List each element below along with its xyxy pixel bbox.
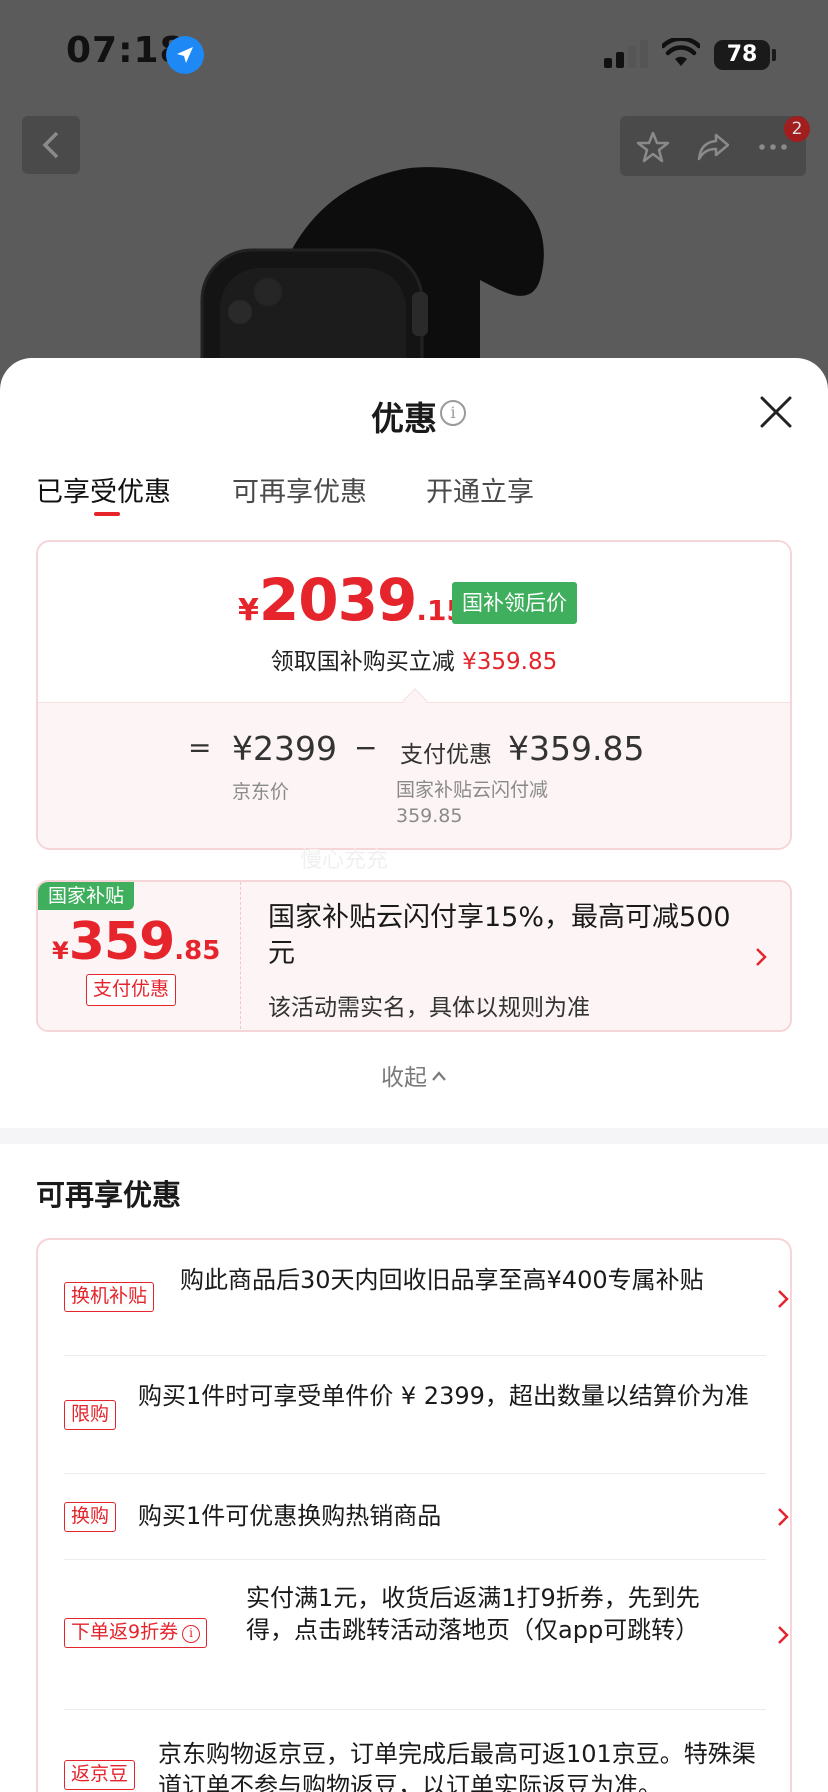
chevron-right-icon: [778, 1290, 789, 1308]
equals-sign: =: [188, 731, 212, 764]
chevron-left-icon: [42, 131, 59, 159]
subsidy-note: 该活动需实名，具体以规则为准: [268, 995, 590, 1021]
header-actions: [620, 116, 806, 176]
subsidy-amount: ¥359.85: [52, 912, 221, 972]
chevron-right-icon: [778, 1508, 789, 1526]
info-icon[interactable]: i: [440, 400, 466, 426]
list-item: 限购 购买1件时可享受单件价 ¥ 2399，超出数量以结算价为准: [64, 1356, 766, 1474]
minus-sign: −: [354, 731, 378, 764]
battery-indicator: 78: [714, 40, 770, 70]
product-page-background: 07:18 78 2: [0, 0, 828, 400]
dashed-divider: [240, 882, 241, 1030]
promo-text: 购此商品后30天内回收旧品享至高¥400专属补贴: [180, 1266, 704, 1294]
sheet-title: 优惠: [371, 399, 437, 438]
price-summary-card: ¥2039.15 国补领后价 领取国补购买立减 ¥359.85 = ¥2399 …: [36, 540, 792, 850]
info-icon[interactable]: i: [182, 1625, 201, 1643]
subsidy-pay-tag: 支付优惠: [86, 974, 177, 1006]
tab-enjoyed[interactable]: 已享受优惠: [36, 470, 171, 509]
back-button[interactable]: [22, 116, 80, 174]
active-tab-indicator: [94, 512, 120, 516]
share-icon[interactable]: [696, 130, 730, 164]
national-subsidy-card[interactable]: 国家补贴 ¥359.85 支付优惠 国家补贴云闪付享15%，最高可减500元 该…: [36, 880, 792, 1032]
price-calculation: = ¥2399 − 支付优惠 ¥359.85 京东价 国家补贴云闪付减 359.…: [38, 702, 790, 848]
national-subsidy-tag: 国家补贴: [38, 882, 135, 910]
subsidy-title: 国家补贴云闪付享15%，最高可减500元: [268, 902, 731, 969]
list-item[interactable]: 下单返9折券 i 实付满1元，收货后返满1打9折券，先到先得，点击跳转活动落地页（…: [64, 1560, 789, 1710]
battery-nub: [772, 49, 776, 61]
promo-text: 实付满1元，收货后返满1打9折券，先到先得，点击跳转活动落地页（仅app可跳转）: [246, 1584, 700, 1644]
list-item: 返京豆 京东购物返京豆，订单完成后最高可返101京豆。特殊渠道订单不参与购物返豆…: [64, 1710, 766, 1792]
promo-text: 购买1件时可享受单件价 ¥ 2399，超出数量以结算价为准: [138, 1382, 749, 1410]
price-summary-top: ¥2039.15 国补领后价 领取国补购买立减 ¥359.85: [38, 542, 790, 702]
final-price: ¥2039.15: [238, 566, 466, 634]
tab-activate[interactable]: 开通立享: [426, 470, 534, 509]
section-separator: [0, 1128, 828, 1144]
chevron-right-icon: [756, 948, 767, 966]
list-item[interactable]: 换机补贴 购此商品后30天内回收旧品享至高¥400专属补贴: [64, 1240, 789, 1356]
close-icon[interactable]: [758, 394, 794, 430]
promo-tag: 换机补贴: [64, 1282, 155, 1312]
promo-tag: 限购: [64, 1400, 117, 1430]
location-arrow-icon: [166, 36, 204, 74]
chevron-right-icon: [778, 1626, 789, 1644]
watermark: 慢心充充: [300, 848, 389, 873]
jd-price-caption: 京东价: [232, 781, 290, 803]
subsidy-price-tag: 国补领后价: [452, 582, 577, 624]
collapse-button[interactable]: 收起: [0, 1058, 828, 1092]
promo-text: 购买1件可优惠换购热销商品: [138, 1502, 442, 1530]
cellular-signal-icon: [604, 40, 648, 68]
discount-tabs: 已享受优惠 可再享优惠 开通立享: [0, 470, 828, 530]
discount-sheet: 优惠 i 已享受优惠 可再享优惠 开通立享 ¥2039.15 国补领后价 领取国…: [0, 358, 828, 1792]
wifi-icon: [662, 38, 700, 66]
list-item[interactable]: 换购 购买1件可优惠换购热销商品: [64, 1474, 789, 1560]
chevron-up-icon: [432, 1071, 446, 1081]
pay-discount-value: ¥359.85: [508, 729, 645, 768]
price-savings-text: 领取国补购买立减 ¥359.85: [270, 649, 558, 675]
promotions-list: 换机补贴 购此商品后30天内回收旧品享至高¥400专属补贴 限购 购买1件时可享…: [36, 1238, 792, 1792]
pay-discount-caption: 国家补贴云闪付减 359.85: [396, 779, 549, 827]
more-discounts-title: 可再享优惠: [36, 1178, 182, 1212]
tab-available[interactable]: 可再享优惠: [232, 470, 367, 509]
pay-discount-label: 支付优惠: [400, 742, 492, 768]
status-bar: 07:18 78: [0, 0, 828, 100]
promo-text: 京东购物返京豆，订单完成后最高可返101京豆。特殊渠道订单不参与购物返豆，以订单…: [158, 1740, 756, 1792]
promo-tag: 返京豆: [64, 1760, 136, 1790]
promo-tag: 换购: [64, 1502, 117, 1532]
promo-tag: 下单返9折券 i: [64, 1618, 208, 1648]
jd-price-value: ¥2399: [232, 729, 337, 768]
star-icon[interactable]: [636, 130, 670, 164]
notification-badge: 2: [784, 116, 810, 142]
